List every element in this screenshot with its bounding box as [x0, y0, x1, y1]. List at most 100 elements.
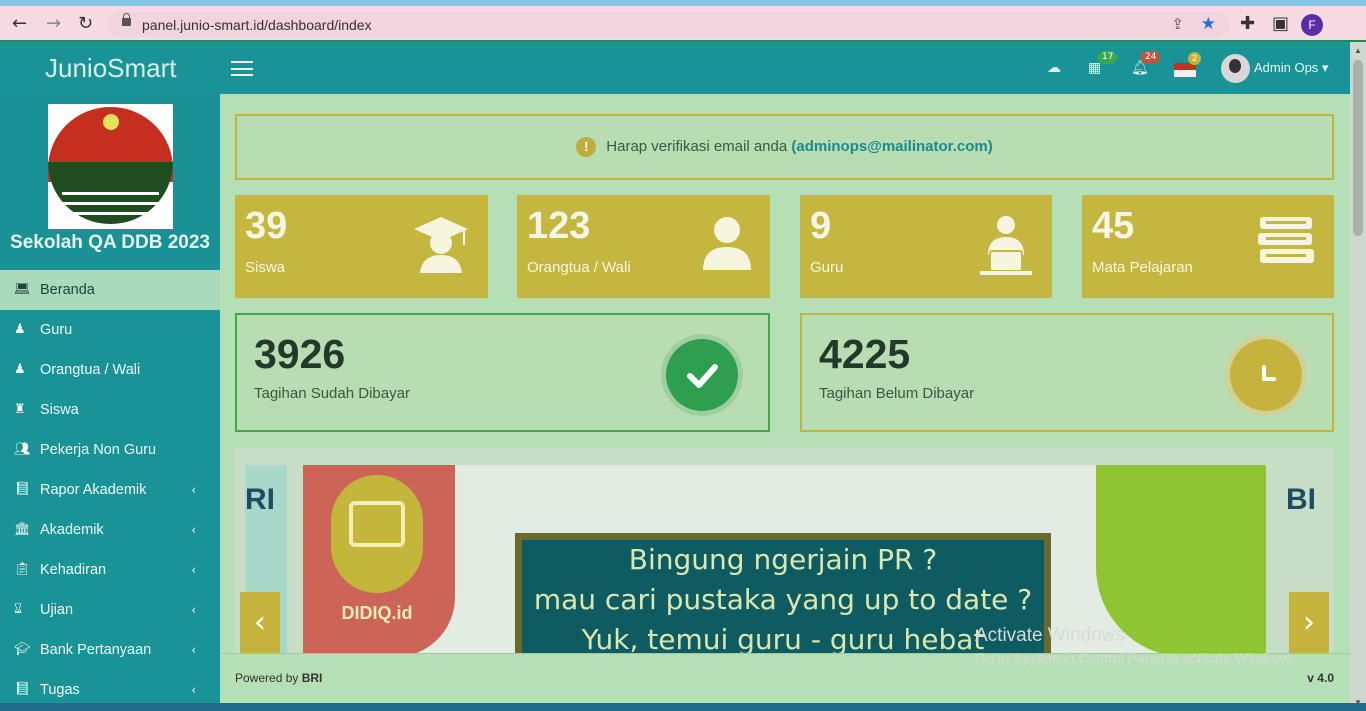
- building-icon: 🏛︎: [14, 522, 31, 537]
- stat-card-siswa[interactable]: 39 Siswa: [235, 195, 488, 298]
- forward-icon[interactable]: →: [46, 15, 61, 33]
- sidebar-item-label: Guru: [40, 322, 73, 338]
- hourglass-icon: ⌛︎: [14, 602, 23, 617]
- windows-activation-watermark: Activate Windows Go to System in Control…: [975, 625, 1296, 666]
- app-header: JunioSmart ☁ ▦ 17 🔔︎ 24 2 Admin Ops ▾: [0, 42, 1350, 94]
- alert-email-link[interactable]: (adminops@mailinator.com): [791, 138, 992, 155]
- reload-icon[interactable]: ↻: [78, 15, 93, 33]
- check-icon: [666, 339, 738, 411]
- user-menu[interactable]: Admin Ops ▾: [1254, 60, 1328, 76]
- sidebar-item-bank-pertanyaan[interactable]: 🎓︎ Bank Pertanyaan ‹: [0, 630, 220, 670]
- notification-badge: 24: [1141, 51, 1161, 64]
- stat-card-mata-pelajaran[interactable]: 45 Mata Pelajaran: [1082, 195, 1334, 298]
- bill-label: Tagihan Sudah Dibayar: [254, 385, 410, 402]
- bill-value: 4225: [819, 331, 911, 377]
- bill-value: 3926: [254, 331, 346, 377]
- clock-icon: [1230, 339, 1302, 411]
- powered-by: Powered by BRI: [235, 671, 322, 685]
- user-icon: ♟: [14, 362, 26, 377]
- sidebar-item-beranda[interactable]: 💻︎ Beranda: [0, 270, 220, 310]
- flag-badge: 2: [1188, 52, 1202, 65]
- sidebar-item-label: Tugas: [40, 682, 80, 698]
- scroll-up-icon[interactable]: ▲: [1354, 46, 1362, 55]
- bell-icon[interactable]: 🔔︎ 24: [1131, 51, 1161, 76]
- banner-line: mau cari pustaka yang up to date ?: [533, 583, 1033, 616]
- banner-line: Bingung ngerjain PR ?: [628, 543, 938, 576]
- chevron-left-icon: ‹: [191, 523, 196, 537]
- lock-icon: [122, 13, 131, 26]
- carousel-prev-button[interactable]: ‹: [240, 592, 280, 653]
- watermark-title: Activate Windows: [975, 625, 1125, 646]
- school-panel: Sekolah QA DDB 2023: [0, 94, 220, 270]
- sidebar-item-orangtua[interactable]: ♟ Orangtua / Wali: [0, 350, 220, 390]
- profile-avatar[interactable]: F: [1301, 14, 1323, 36]
- sidebar-item-pekerja[interactable]: 👥︎ Pekerja Non Guru: [0, 430, 220, 470]
- powered-prefix: Powered by: [235, 671, 299, 685]
- sidebar-item-ujian[interactable]: ⌛︎ Ujian ‹: [0, 590, 220, 630]
- graduation-cap-icon: 🎓︎: [14, 642, 31, 657]
- chevron-left-icon: ‹: [191, 643, 196, 657]
- stat-value: 9: [810, 205, 832, 247]
- sidebar-item-akademik[interactable]: 🏛︎ Akademik ‹: [0, 510, 220, 550]
- bill-label: Tagihan Belum Dibayar: [819, 385, 975, 402]
- sidebar-item-label: Akademik: [40, 522, 104, 538]
- hamburger-icon[interactable]: [231, 61, 253, 76]
- partial-text: RI: [245, 483, 275, 516]
- stat-card-guru[interactable]: 9 Guru: [800, 195, 1052, 298]
- user-avatar[interactable]: [1221, 54, 1250, 83]
- bill-card-unpaid[interactable]: 4225 Tagihan Belum Dibayar: [800, 313, 1334, 432]
- calendar-icon[interactable]: ▦ 17: [1088, 51, 1118, 76]
- stat-label: Guru: [810, 259, 844, 276]
- back-icon[interactable]: ←: [12, 15, 27, 33]
- sidebar-item-guru[interactable]: ♟ Guru: [0, 310, 220, 350]
- sidebar-item-siswa[interactable]: ♜ Siswa: [0, 390, 220, 430]
- watermark-subtitle: Go to System in Control Panel to activat…: [975, 650, 1296, 666]
- sidebar: Sekolah QA DDB 2023 💻︎ Beranda ♟ Guru ♟ Ora…: [0, 94, 220, 711]
- extensions-icon[interactable]: ✚: [1240, 15, 1255, 33]
- sidebar-item-label: Ujian: [40, 602, 74, 618]
- email-verification-alert: ! Harap verifikasi email anda (adminops@m…: [235, 114, 1334, 180]
- user-icon: [703, 217, 751, 270]
- sidebar-item-label: Beranda: [40, 282, 95, 298]
- url-text: panel.junio-smart.id/dashboard/index: [142, 17, 372, 33]
- os-taskbar[interactable]: [0, 703, 1366, 711]
- version: v 4.0: [1307, 671, 1334, 685]
- bookmark-star-icon[interactable]: ★: [1201, 14, 1216, 34]
- exclamation-icon: !: [576, 137, 597, 158]
- banner-carousel: RI DIDIQ.id Bingung ngerjain PR ? mau ca…: [235, 447, 1334, 653]
- didiq-logo: DIDIQ.id: [331, 475, 423, 623]
- sidepanel-icon[interactable]: ▣: [1272, 15, 1289, 33]
- powered-brand: BRI: [301, 671, 323, 685]
- brand-title[interactable]: JunioSmart: [45, 53, 177, 84]
- user-name: Admin Ops: [1254, 60, 1319, 75]
- sidebar-item-label: Bank Pertanyaan: [40, 642, 152, 658]
- sidebar-item-label: Rapor Akademik: [40, 482, 147, 498]
- chalkboard: Bingung ngerjain PR ? mau cari pustaka y…: [515, 533, 1051, 653]
- chevron-left-icon: ‹: [191, 483, 196, 497]
- stat-label: Siswa: [245, 259, 286, 276]
- scrollbar-thumb[interactable]: [1353, 60, 1363, 236]
- stat-value: 123: [527, 205, 591, 247]
- laptop-icon: 💻︎: [14, 282, 31, 297]
- sidebar-item-label: Kehadiran: [40, 562, 107, 578]
- stat-label: Orangtua / Wali: [527, 259, 631, 276]
- address-bar[interactable]: panel.junio-smart.id/dashboard/index ⇪ ★: [108, 12, 1230, 38]
- main-content: ! Harap verifikasi email anda (adminops@m…: [220, 94, 1350, 653]
- sidebar-item-kehadiran[interactable]: 📋︎ Kehadiran ‹: [0, 550, 220, 590]
- teacher-icon: [980, 216, 1032, 275]
- bill-card-paid[interactable]: 3926 Tagihan Sudah Dibayar: [235, 313, 770, 432]
- books-icon: [1258, 217, 1314, 263]
- flag-icon[interactable]: 2: [1174, 52, 1202, 77]
- share-icon[interactable]: ⇪: [1171, 15, 1184, 33]
- partial-text: BI: [1286, 483, 1316, 516]
- page-scrollbar[interactable]: ▲ ▼: [1350, 42, 1366, 711]
- stat-value: 39: [245, 205, 288, 247]
- alert-text: Harap verifikasi email anda: [606, 138, 788, 155]
- sidebar-item-label: Siswa: [40, 402, 79, 418]
- stat-card-orangtua[interactable]: 123 Orangtua / Wali: [517, 195, 770, 298]
- sidebar-menu: 💻︎ Beranda ♟ Guru ♟ Orangtua / Wali ♜ Siswa …: [0, 270, 220, 710]
- cloud-upload-icon[interactable]: ☁: [1047, 60, 1061, 76]
- sidebar-item-rapor[interactable]: 📘︎ Rapor Akademik ‹: [0, 470, 220, 510]
- sidebar-item-label: Orangtua / Wali: [40, 362, 141, 378]
- chevron-left-icon: ‹: [191, 603, 196, 617]
